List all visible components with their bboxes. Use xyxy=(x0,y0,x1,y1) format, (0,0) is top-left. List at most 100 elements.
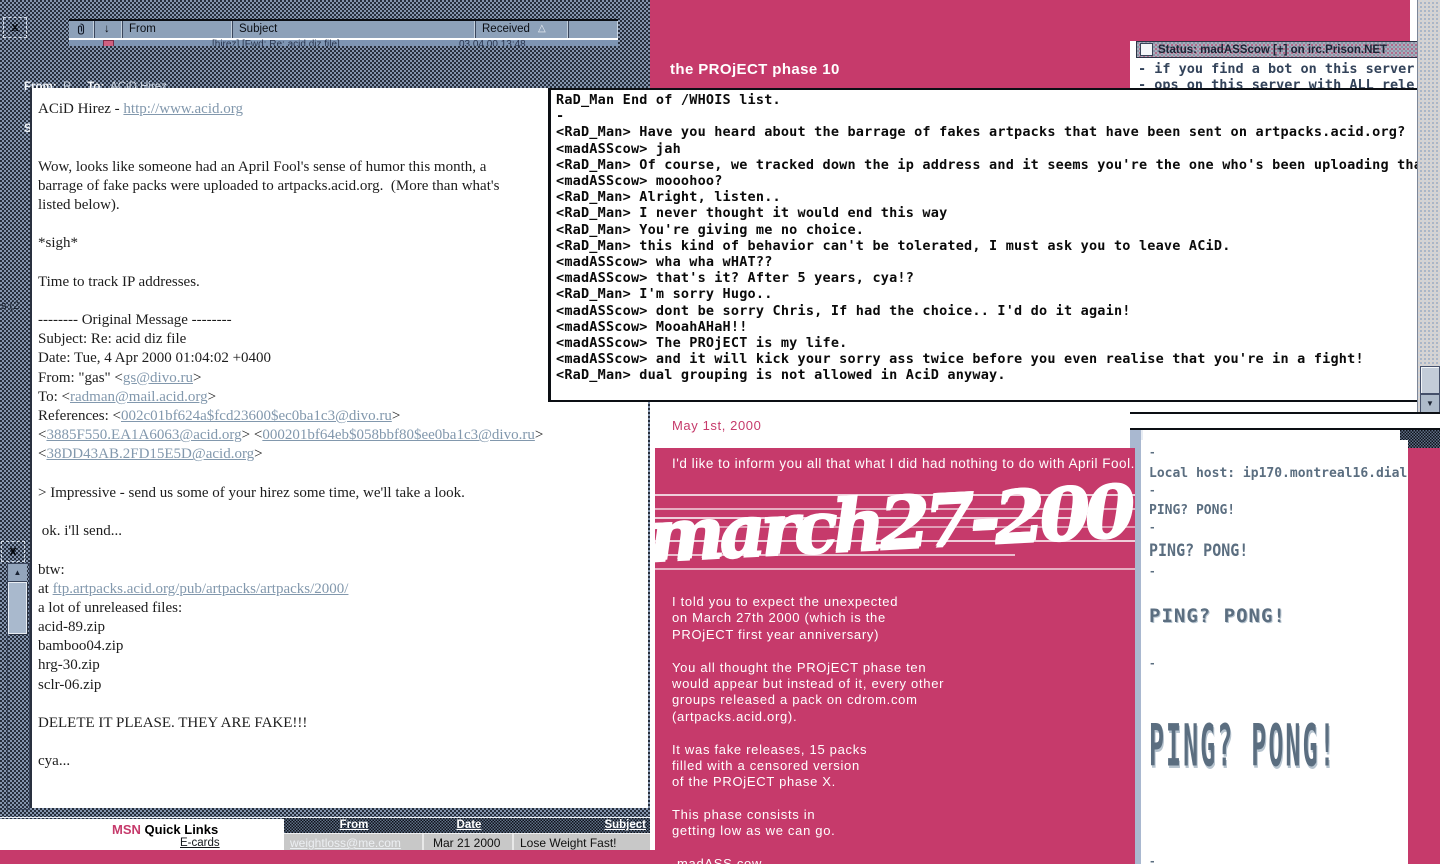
irc-chat-line: <RaD_Man> I never thought it would end t… xyxy=(556,205,1417,221)
from-column-header[interactable]: From xyxy=(123,21,233,38)
scrollbar-thumb[interactable] xyxy=(1420,366,1440,394)
project-page-title: the PROjECT phase 10 xyxy=(670,61,840,78)
scrollbar-thumb[interactable] xyxy=(8,582,27,634)
project-text-line: You all thought the PROjECT phase ten xyxy=(672,660,944,676)
email-body-line xyxy=(38,542,648,561)
irc-chat-line: <madASScow> The PROjECT is my life. xyxy=(556,335,1417,351)
status-window-scrollbar[interactable]: ▼ xyxy=(1417,0,1440,412)
desktop-collage: Status: madASScow [+] on irc.Prison.NET … xyxy=(0,0,1440,864)
text-segment: > xyxy=(254,446,262,462)
email-body-line: cya... xyxy=(38,753,648,772)
email-body-line: <3885F550.EA1A6063@acid.org> <000201bf64… xyxy=(38,427,648,446)
irc-chat-line: <RaD_Man> You're giving me no choice. xyxy=(556,222,1417,238)
irc-chat-line: <RaD_Man> this kind of behavior can't be… xyxy=(556,238,1417,254)
email-body-line: sclr-06.zip xyxy=(38,677,648,696)
text-segment: > xyxy=(535,427,543,443)
hyperlink[interactable]: 000201bf64eb$058bbf80$ee0ba1c3@divo.ru xyxy=(262,427,535,443)
email-body-line xyxy=(38,466,648,485)
email-body-line: acid-89.zip xyxy=(38,619,648,638)
ping-line: - xyxy=(1149,856,1408,864)
hyperlink[interactable]: 3885F550.EA1A6063@acid.org xyxy=(46,427,241,443)
email-body-line: bamboo04.zip xyxy=(38,638,648,657)
irc-chat-line: <madASScow> jah xyxy=(556,141,1417,157)
email-body-line: hrg-30.zip xyxy=(38,657,648,676)
subject-column-header[interactable]: Subject xyxy=(233,21,476,38)
attachment-column-header[interactable] xyxy=(69,21,95,38)
received-column-header[interactable]: Received △ xyxy=(476,21,569,38)
ping-line: - xyxy=(1149,485,1408,497)
irc-chat-window: RaD_Man End of /WHOIS list.-<RaD_Man> Ha… xyxy=(548,88,1417,402)
ping-line: - xyxy=(1149,658,1408,670)
inbox-table-header: From Date Subject xyxy=(284,818,650,833)
hyperlink[interactable]: gs@divo.ru xyxy=(123,370,193,386)
irc-chat-line: <RaD_Man> Of course, we tracked down the… xyxy=(556,157,1417,173)
project-text-line xyxy=(672,725,944,741)
empty-column-header xyxy=(569,21,618,38)
close-button[interactable]: x xyxy=(3,17,27,38)
text-segment: > xyxy=(208,389,216,405)
project-text-line: PROjECT first year anniversary) xyxy=(672,627,944,643)
scrollbar-down-button[interactable]: ▼ xyxy=(1420,394,1440,413)
text-segment: > xyxy=(193,370,201,386)
status-window-title: Status: madASScow [+] on irc.Prison.NET xyxy=(1158,44,1387,56)
email-body-line xyxy=(38,696,648,715)
ping-line: PING? PONG! xyxy=(1149,540,1408,561)
selected-message-row[interactable]: [hirez] [Fwd: Re: acid diz file] 03.04.0… xyxy=(69,38,618,46)
date-header[interactable]: Date xyxy=(424,818,514,833)
ping-line: PING? PONG! xyxy=(1149,604,1408,628)
hyperlink[interactable]: 38DD43AB.2FD15E5D@acid.org xyxy=(46,446,254,462)
row-subject: [hirez] [Fwd: Re: acid diz file] xyxy=(212,39,340,46)
ping-pong-panel: - Local host: ip170.montreal16.dialu - PING… xyxy=(1141,440,1408,864)
irc-chat-line: <madASScow> mooohoo? xyxy=(556,173,1417,189)
email-body-line: <38DD43AB.2FD15E5D@acid.org> xyxy=(38,446,648,465)
email-body-line: btw: xyxy=(38,562,648,581)
status-window-titlebar[interactable]: Status: madASScow [+] on irc.Prison.NET xyxy=(1136,41,1420,58)
irc-chat-line: <RaD_Man> Alright, listen.. xyxy=(556,189,1417,205)
scrollbar-up-button[interactable]: ▲ xyxy=(8,564,27,582)
received-label: Received xyxy=(482,23,530,35)
irc-chat-line: <RaD_Man> dual grouping is not allowed i… xyxy=(556,367,1417,383)
hyperlink[interactable]: radman@mail.acid.org xyxy=(70,389,208,405)
ping-line: - xyxy=(1149,566,1408,578)
hyperlink[interactable]: http://www.acid.org xyxy=(123,101,243,117)
subject-header[interactable]: Subject xyxy=(514,818,650,833)
handwriting-march27: march27-200 D xyxy=(655,482,1135,574)
folder-fragment: s (2 xyxy=(1,300,19,312)
ping-line: PING? PONG! xyxy=(1149,708,1408,784)
message-list-header: ↓ From Subject Received △ xyxy=(69,19,618,40)
email-body-line xyxy=(38,504,648,523)
email-body-line: > Impressive - send us some of your hire… xyxy=(38,485,648,504)
document-icon xyxy=(1140,43,1153,56)
ping-line: - xyxy=(1149,447,1408,459)
text-segment: > xyxy=(392,408,400,424)
text-segment: References: < xyxy=(38,408,121,424)
project-page-bottom-strip xyxy=(0,850,660,864)
email-body-line: ok. i'll send... xyxy=(38,523,648,542)
email-body-line: DELETE IT PLEASE. THEY ARE FAKE!!! xyxy=(38,715,648,734)
ping-line: PING? PONG! xyxy=(1149,503,1408,518)
hyperlink[interactable]: ftp.artpacks.acid.org/pub/artpacks/artpa… xyxy=(53,581,349,597)
from-header[interactable]: From xyxy=(284,818,424,833)
ping-line: Local host: ip170.montreal16.dialu xyxy=(1149,466,1408,481)
close-button[interactable]: x xyxy=(1,541,25,562)
priority-column-header[interactable]: ↓ xyxy=(95,21,123,38)
project-page-right-strip xyxy=(1408,446,1440,864)
project-text-line: I told you to expect the unexpected xyxy=(672,594,944,610)
project-text-line: on March 27th 2000 (which is the xyxy=(672,610,944,626)
project-text-line: getting low as we can go. xyxy=(672,823,944,839)
email-body-line: at ftp.artpacks.acid.org/pub/artpacks/ar… xyxy=(38,581,648,600)
irc-input-line[interactable] xyxy=(1130,412,1440,430)
irc-chat-line: <RaD_Man> Have you heard about the barra… xyxy=(556,124,1417,140)
text-segment: > < xyxy=(242,427,263,443)
hyperlink[interactable]: 002c01bf624a$fcd23600$ec0ba1c3@divo.ru xyxy=(121,408,392,424)
project-text-line xyxy=(672,840,944,856)
irc-chat-line: <madASScow> and it will kick your sorry … xyxy=(556,351,1417,367)
ecards-link[interactable]: E-cards xyxy=(180,837,220,849)
msn-logo: MSN xyxy=(112,822,141,837)
text-segment: From: "gas" < xyxy=(38,370,123,386)
project-text-line: filled with a censored version xyxy=(672,758,944,774)
text-segment: at xyxy=(38,581,53,597)
email-scrollbar[interactable]: ▲ xyxy=(7,563,30,810)
sort-ascending-icon: △ xyxy=(538,23,546,34)
text-segment: To: < xyxy=(38,389,70,405)
